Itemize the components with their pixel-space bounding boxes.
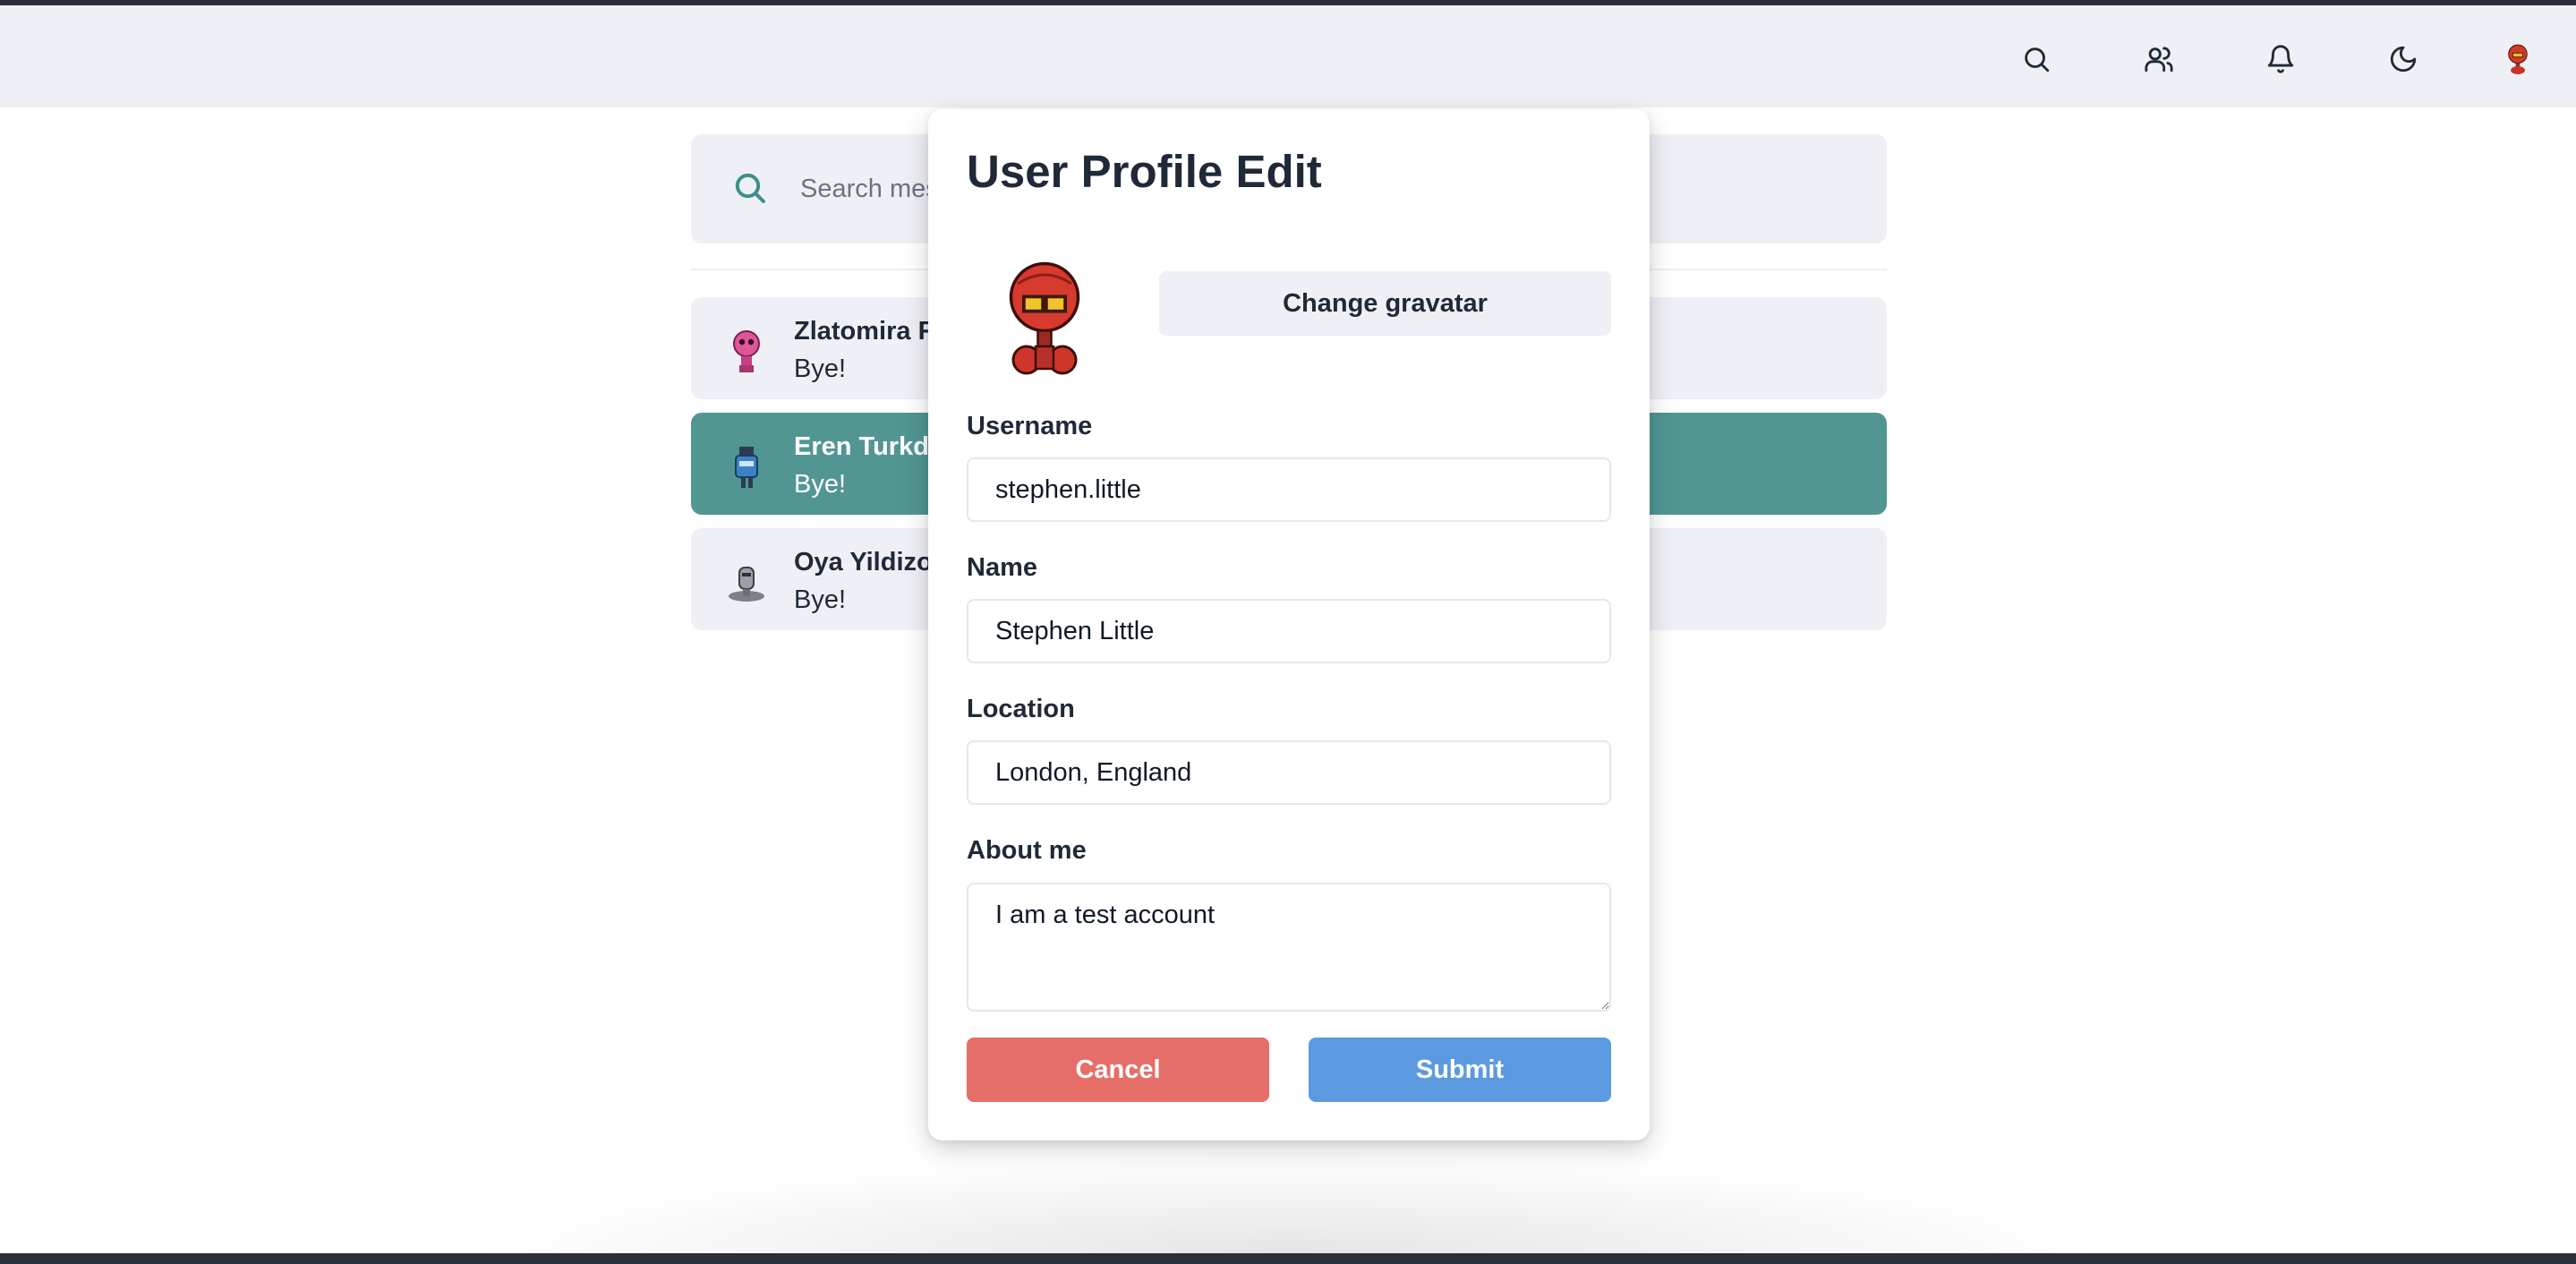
contact-name: Eren Turkdo: [794, 432, 945, 461]
top-navbar: [0, 5, 2576, 107]
last-message: Bye!: [794, 585, 847, 614]
users-icon[interactable]: [2141, 41, 2177, 77]
search-icon[interactable]: [2018, 41, 2054, 77]
user-avatar[interactable]: [2500, 41, 2536, 77]
about-me-label: About me: [967, 836, 1087, 865]
username-label: Username: [967, 412, 1093, 440]
location-field[interactable]: [967, 740, 1611, 805]
last-message: Bye!: [794, 354, 847, 383]
cancel-button[interactable]: Cancel: [967, 1038, 1269, 1102]
moon-icon[interactable]: [2385, 41, 2421, 77]
dock-shadow: [465, 1155, 2112, 1253]
profile-avatar: [1009, 261, 1080, 375]
submit-button[interactable]: Submit: [1309, 1038, 1611, 1102]
location-label: Location: [967, 695, 1075, 723]
search-icon: [735, 173, 765, 203]
name-field[interactable]: [967, 599, 1611, 663]
window-bottom-edge: [0, 1253, 2576, 1264]
user-profile-edit-modal: User Profile Edit Change gravatar Userna…: [928, 109, 1650, 1140]
contact-avatar: [729, 567, 764, 602]
bell-icon[interactable]: [2263, 41, 2299, 77]
contact-name: Zlatomira R: [794, 317, 937, 346]
name-label: Name: [967, 553, 1037, 582]
username-field[interactable]: [967, 457, 1611, 522]
contact-avatar: [735, 447, 758, 488]
change-gravatar-button[interactable]: Change gravatar: [1159, 271, 1611, 336]
modal-title: User Profile Edit: [967, 146, 1322, 197]
about-me-textarea[interactable]: I am a test account: [967, 883, 1611, 1012]
contact-avatar: [733, 330, 760, 372]
contact-name: Oya Yildizo: [794, 548, 933, 576]
last-message: Bye!: [794, 470, 847, 499]
